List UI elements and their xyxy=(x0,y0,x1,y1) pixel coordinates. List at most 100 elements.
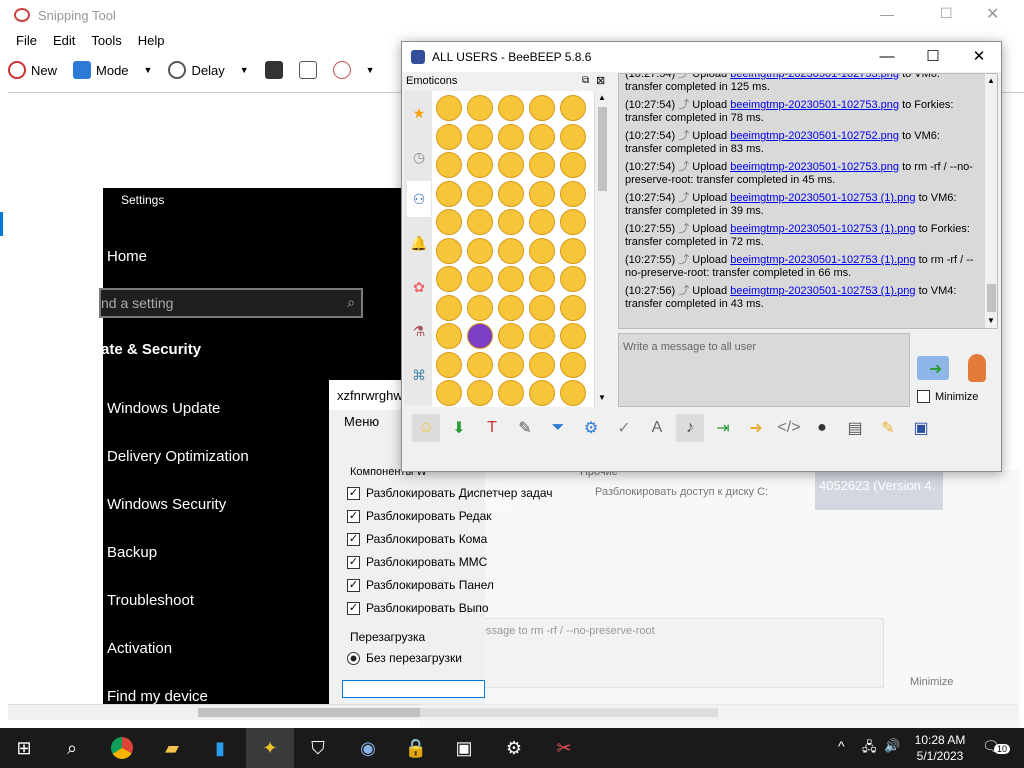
emoticon-icon[interactable] xyxy=(560,237,586,264)
settings-taskbar-button[interactable]: ⚙ xyxy=(490,728,538,768)
emoticon-icon[interactable] xyxy=(436,266,462,292)
file-link[interactable]: beeimgtmp-20230501-102753.png xyxy=(730,99,899,111)
checkbox[interactable]: ✓ xyxy=(347,555,360,569)
notification-button[interactable]: 🗨 10 xyxy=(982,738,1011,758)
send-button[interactable]: ▼ xyxy=(325,55,383,85)
export-icon[interactable]: ⇥ xyxy=(709,414,737,442)
check-row[interactable]: ✓ Разблокировать Панел xyxy=(347,578,494,592)
minimize-button[interactable]: — xyxy=(880,6,894,22)
filter-icon[interactable]: ⏷ xyxy=(544,414,572,442)
nav-find-my-device[interactable]: Find my device xyxy=(107,688,208,705)
checkbox[interactable]: ✓ xyxy=(347,532,360,546)
file-link[interactable]: beeimgtmp-20230501-102753.png xyxy=(730,74,899,80)
nav-troubleshoot[interactable]: Troubleshoot xyxy=(107,592,194,609)
file-link[interactable]: beeimgtmp-20230501-102753 (1).png xyxy=(730,192,915,204)
emoticon-icon[interactable] xyxy=(436,152,462,178)
star-icon[interactable]: ★ xyxy=(407,95,431,131)
package-taskbar-button[interactable]: ▣ xyxy=(440,728,488,768)
chevron-up-icon[interactable]: ^ xyxy=(838,738,845,754)
emoticon-icon[interactable] xyxy=(467,180,493,207)
emoticon-icon[interactable] xyxy=(560,180,586,207)
recent-clock-icon[interactable]: ◷ xyxy=(407,139,431,175)
check-row[interactable]: ✓ Разблокировать MMC xyxy=(347,555,487,569)
emoticon-icon[interactable] xyxy=(498,351,524,378)
emoticon-icon[interactable] xyxy=(436,351,462,378)
emoticon-icon[interactable] xyxy=(498,294,524,321)
app-taskbar-button[interactable]: ▮ xyxy=(196,728,244,768)
checkbox[interactable] xyxy=(917,390,930,403)
nav-backup[interactable]: Backup xyxy=(107,544,157,561)
maximize-button[interactable]: ☐ xyxy=(940,5,953,22)
close-button[interactable]: ✕ xyxy=(956,42,1002,72)
emoticon-icon[interactable] xyxy=(436,209,462,235)
emoticon-icon[interactable] xyxy=(560,123,586,150)
emoticon-icon[interactable] xyxy=(529,351,555,378)
file-link[interactable]: beeimgtmp-20230501-102752.png xyxy=(730,130,899,142)
emoticon-icon[interactable] xyxy=(467,294,493,321)
emoticon-scrollbar[interactable]: ▲ ▼ xyxy=(594,91,609,407)
copy-button[interactable] xyxy=(291,55,325,85)
emoticon-icon[interactable] xyxy=(436,180,462,207)
new-button[interactable]: New xyxy=(0,55,65,85)
flower-icon[interactable]: ✿ xyxy=(407,269,431,305)
home-nav[interactable]: Home xyxy=(107,248,147,265)
checkbox[interactable]: ✓ xyxy=(347,601,360,615)
checkbox[interactable]: ✓ xyxy=(347,578,360,592)
text-icon[interactable]: A xyxy=(643,414,671,442)
chrome-taskbar-button[interactable] xyxy=(98,728,146,768)
scroll-up-icon[interactable]: ▲ xyxy=(598,93,606,102)
emoticon-icon[interactable] xyxy=(560,380,586,406)
emoticon-icon[interactable] xyxy=(467,351,493,378)
emoticon-icon[interactable] xyxy=(560,209,586,235)
xzf-action-button[interactable] xyxy=(342,680,485,698)
emoticon-icon[interactable] xyxy=(467,209,493,235)
checkbox[interactable]: ✓ xyxy=(347,486,360,500)
minimize-button[interactable]: — xyxy=(864,42,910,72)
emoticon-icon[interactable] xyxy=(498,209,524,235)
emoticon-icon[interactable] xyxy=(560,323,586,349)
checkbox[interactable]: ✓ xyxy=(347,509,360,523)
check-row[interactable]: ✓ Разблокировать Редак xyxy=(347,509,492,523)
mode-button[interactable]: Mode ▼ xyxy=(65,55,160,85)
emoticon-icon[interactable] xyxy=(436,123,462,150)
code-icon[interactable]: </> xyxy=(775,414,803,442)
record-icon[interactable]: ● xyxy=(808,414,836,442)
minimize-checkbox-row[interactable]: Minimize xyxy=(917,390,978,403)
maximize-button[interactable]: ☐ xyxy=(910,42,956,72)
emoticon-icon[interactable] xyxy=(498,152,524,178)
emoticon-icon[interactable] xyxy=(560,266,586,292)
security-taskbar-button[interactable]: ⛉ xyxy=(294,728,342,768)
emoticon-icon[interactable] xyxy=(467,380,493,406)
emoticon-icon[interactable] xyxy=(498,323,524,349)
check-row[interactable]: ✓ Разблокировать Диспетчер задач xyxy=(347,486,553,500)
emoticon-icon[interactable] xyxy=(436,294,462,321)
start-button[interactable]: ⊞ xyxy=(0,728,48,768)
search-button[interactable]: ⌕ xyxy=(48,728,96,768)
emoticon-icon[interactable] xyxy=(560,152,586,178)
nav-windows-security[interactable]: Windows Security xyxy=(107,496,226,513)
emoticon-icon[interactable] xyxy=(436,95,462,121)
close-icon[interactable]: ⊠ xyxy=(596,74,605,87)
send-button[interactable]: ➜ xyxy=(917,356,949,380)
emoticon-icon[interactable] xyxy=(529,323,555,349)
menu-edit[interactable]: Edit xyxy=(45,30,83,52)
emoticon-icon[interactable] xyxy=(467,237,493,264)
menu-help[interactable]: Help xyxy=(130,30,173,52)
folder-send-icon[interactable]: ➜ xyxy=(742,414,770,442)
radio-button[interactable] xyxy=(347,651,360,665)
clock[interactable]: 10:28 AM 5/1/2023 xyxy=(905,732,975,764)
nav-activation[interactable]: Activation xyxy=(107,640,172,657)
emoticon-icon[interactable] xyxy=(436,237,462,264)
bell-icon[interactable]: 🔔 xyxy=(407,225,431,261)
check-row[interactable]: ✓ Разблокировать Кома xyxy=(347,532,487,546)
file-link[interactable]: beeimgtmp-20230501-102753 (1).png xyxy=(730,254,915,266)
nav-windows-update[interactable]: Windows Update xyxy=(107,400,220,417)
emoticon-icon[interactable] xyxy=(467,95,493,121)
emoticon-icon[interactable] xyxy=(529,152,555,178)
emoticon-icon[interactable] xyxy=(498,123,524,150)
message-input[interactable]: Write a message to all user xyxy=(618,333,910,407)
settings-search-input[interactable]: nd a setting ⌕ xyxy=(99,288,363,318)
chat-scrollbar[interactable]: ▲ ▼ xyxy=(985,74,997,328)
emoticon-icon[interactable] xyxy=(529,95,555,121)
scrollbar-thumb[interactable] xyxy=(598,107,607,191)
